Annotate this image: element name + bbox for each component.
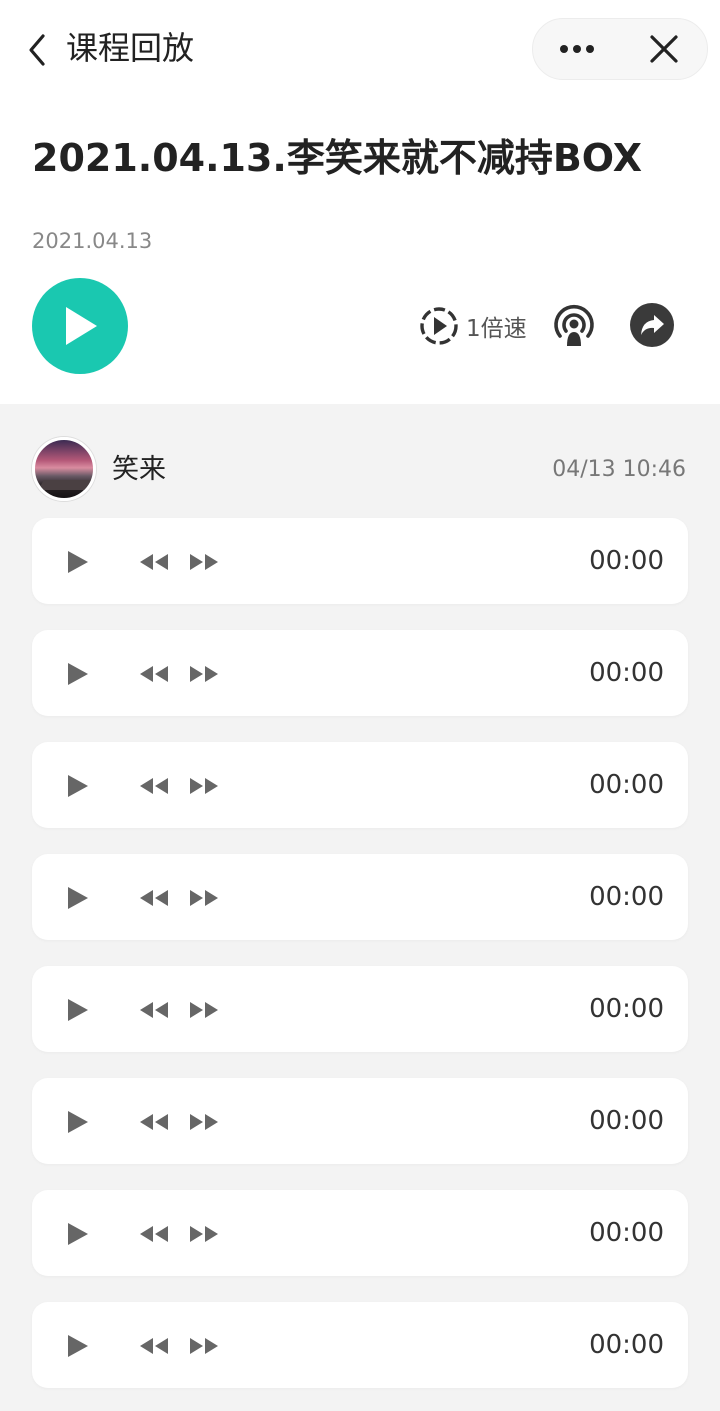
rewind-icon[interactable] [138, 1113, 170, 1131]
audio-clip-card: 00:00 [32, 966, 688, 1052]
lesson-date: 2021.04.13 [32, 229, 153, 253]
more-dots-icon[interactable] [533, 19, 620, 79]
play-icon [66, 307, 97, 345]
fast-forward-icon[interactable] [188, 553, 220, 571]
speed-label: 1倍速 [466, 316, 527, 342]
clip-play-icon[interactable] [66, 1221, 90, 1247]
clip-play-icon[interactable] [66, 1333, 90, 1359]
clip-duration: 00:00 [589, 546, 664, 576]
author-row: 笑来 04/13 10:46 [0, 404, 720, 514]
audio-clip-card: 00:00 [32, 1190, 688, 1276]
clip-duration: 00:00 [589, 1218, 664, 1248]
clip-duration: 00:00 [589, 1106, 664, 1136]
clip-play-icon[interactable] [66, 885, 90, 911]
fast-forward-icon[interactable] [188, 777, 220, 795]
fast-forward-icon[interactable] [188, 1337, 220, 1355]
playback-speed-button[interactable]: 1倍速 [418, 304, 527, 348]
rewind-icon[interactable] [138, 1337, 170, 1355]
rewind-icon[interactable] [138, 889, 170, 907]
menu-capsule [532, 18, 708, 80]
rewind-icon[interactable] [138, 553, 170, 571]
clip-duration: 00:00 [589, 994, 664, 1024]
fast-forward-icon[interactable] [188, 889, 220, 907]
clip-duration: 00:00 [589, 882, 664, 912]
podcast-icon[interactable] [550, 302, 598, 350]
audio-clip-card: 00:00 [32, 1302, 688, 1388]
audio-clip-card: 00:00 [32, 630, 688, 716]
clip-play-icon[interactable] [66, 661, 90, 687]
play-all-button[interactable] [32, 278, 128, 374]
rewind-icon[interactable] [138, 1001, 170, 1019]
back-chevron-icon[interactable] [22, 30, 52, 70]
close-icon[interactable] [620, 19, 707, 79]
nav-bar: 课程回放 [0, 0, 720, 100]
author-name: 笑来 [112, 454, 166, 485]
fast-forward-icon[interactable] [188, 1113, 220, 1131]
clip-duration: 00:00 [589, 1330, 664, 1360]
fast-forward-icon[interactable] [188, 665, 220, 683]
post-time: 04/13 10:46 [552, 457, 686, 482]
clip-play-icon[interactable] [66, 773, 90, 799]
share-arrow-icon[interactable] [630, 303, 674, 347]
audio-clip-card: 00:00 [32, 518, 688, 604]
fast-forward-icon[interactable] [188, 1001, 220, 1019]
clip-duration: 00:00 [589, 770, 664, 800]
audio-clip-card: 00:00 [32, 854, 688, 940]
rewind-icon[interactable] [138, 665, 170, 683]
rewind-icon[interactable] [138, 777, 170, 795]
audio-clip-card: 00:00 [32, 1078, 688, 1164]
audio-feed: 笑来 04/13 10:46 00:00 00:00 00:00 00:00 00:00… [0, 404, 720, 1411]
fast-forward-icon[interactable] [188, 1225, 220, 1243]
clip-play-icon[interactable] [66, 1109, 90, 1135]
nav-title: 课程回放 [66, 29, 195, 67]
audio-clip-card: 00:00 [32, 742, 688, 828]
avatar[interactable] [32, 437, 96, 501]
clip-play-icon[interactable] [66, 997, 90, 1023]
rewind-icon[interactable] [138, 1225, 170, 1243]
clip-duration: 00:00 [589, 658, 664, 688]
clip-play-icon[interactable] [66, 549, 90, 575]
speed-icon [420, 307, 458, 345]
page-title: 2021.04.13.李笑来就不减持BOX [32, 136, 643, 180]
